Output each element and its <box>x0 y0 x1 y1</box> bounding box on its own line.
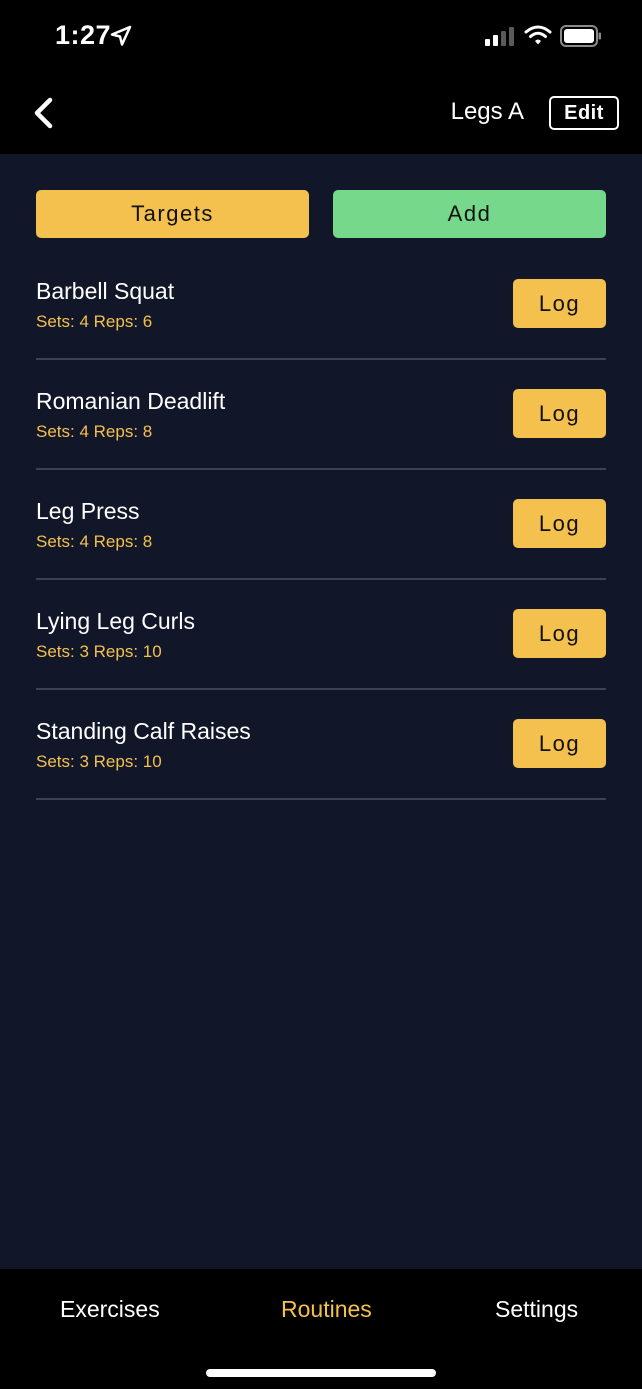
add-button[interactable]: Add <box>333 190 606 238</box>
home-indicator <box>206 1369 436 1377</box>
exercise-sets-reps: Sets: 3 Reps: 10 <box>36 752 162 771</box>
log-button[interactable]: Log <box>513 609 606 658</box>
log-button[interactable]: Log <box>513 719 606 768</box>
tab-bar: Exercises Routines Settings <box>0 1269 642 1389</box>
location-arrow-icon <box>110 25 132 46</box>
routine-detail-screen: 1:27 Legs A Edit Targets Add Barbell Squ… <box>0 0 642 1389</box>
exercise-name: Leg Press <box>36 498 140 524</box>
battery-icon <box>560 25 601 47</box>
list-item: Barbell Squat Sets: 4 Reps: 6 Log <box>36 250 606 360</box>
cellular-signal-icon <box>485 27 514 46</box>
log-button[interactable]: Log <box>513 389 606 438</box>
page-title: Legs A <box>450 98 524 125</box>
nav-bar: Legs A Edit <box>0 72 642 154</box>
edit-button[interactable]: Edit <box>549 96 619 130</box>
status-bar: 1:27 <box>0 0 642 72</box>
list-item: Leg Press Sets: 4 Reps: 8 Log <box>36 470 606 580</box>
exercise-name: Barbell Squat <box>36 278 175 304</box>
targets-button[interactable]: Targets <box>36 190 309 238</box>
tab-exercises[interactable]: Exercises <box>60 1296 160 1323</box>
exercise-sets-reps: Sets: 4 Reps: 8 <box>36 532 153 551</box>
exercise-sets-reps: Sets: 4 Reps: 6 <box>36 312 153 331</box>
status-time: 1:27 <box>55 20 112 50</box>
exercise-name: Standing Calf Raises <box>36 718 251 744</box>
log-button[interactable]: Log <box>513 279 606 328</box>
tab-settings[interactable]: Settings <box>495 1296 578 1323</box>
tab-routines[interactable]: Routines <box>281 1296 372 1323</box>
exercise-sets-reps: Sets: 4 Reps: 8 <box>36 422 153 441</box>
list-item: Standing Calf Raises Sets: 3 Reps: 10 Lo… <box>36 690 606 800</box>
log-button[interactable]: Log <box>513 499 606 548</box>
exercise-name: Romanian Deadlift <box>36 388 226 414</box>
list-item: Lying Leg Curls Sets: 3 Reps: 10 Log <box>36 580 606 690</box>
chevron-left-icon[interactable] <box>28 94 62 132</box>
wifi-icon <box>524 25 552 45</box>
exercise-list: Barbell Squat Sets: 4 Reps: 6 Log Romani… <box>36 250 606 800</box>
exercise-name: Lying Leg Curls <box>36 608 195 634</box>
exercise-sets-reps: Sets: 3 Reps: 10 <box>36 642 162 661</box>
list-item: Romanian Deadlift Sets: 4 Reps: 8 Log <box>36 360 606 470</box>
